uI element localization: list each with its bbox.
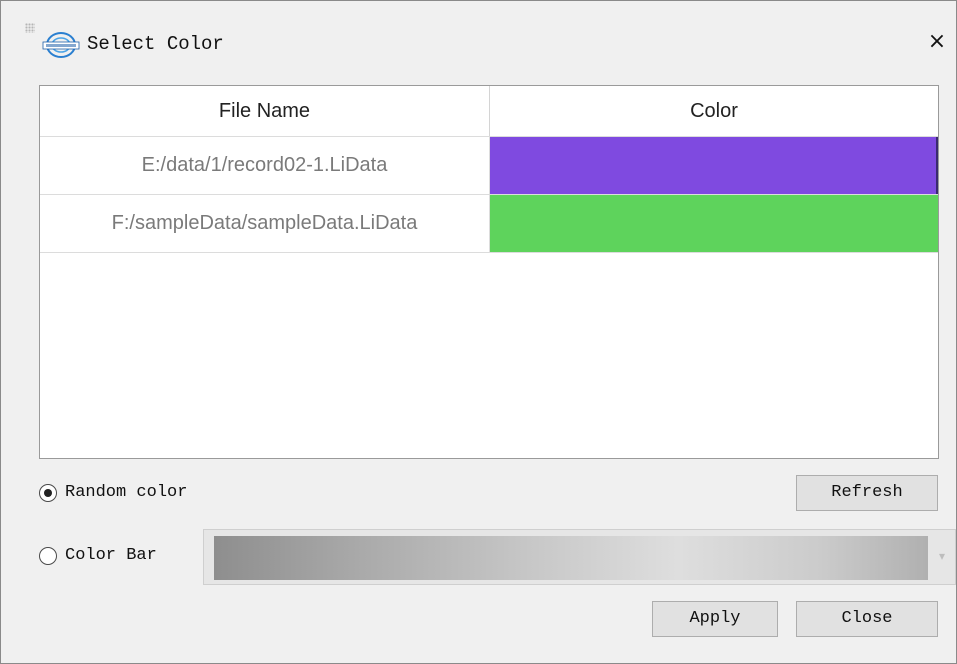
color-bar-gradient <box>214 536 928 580</box>
row-divider <box>40 252 938 253</box>
table-header: File Name Color <box>40 86 938 136</box>
refresh-button[interactable]: Refresh <box>796 475 938 511</box>
random-color-radio[interactable] <box>39 484 57 502</box>
apply-button[interactable]: Apply <box>652 601 778 637</box>
radio-selected-dot <box>44 489 52 497</box>
table-row[interactable]: F:/sampleData/sampleData.LiData <box>40 194 938 252</box>
close-button[interactable]: Close <box>796 601 938 637</box>
app-logo-icon <box>39 29 85 63</box>
close-icon[interactable]: × <box>922 27 952 57</box>
column-header-file-name[interactable]: File Name <box>40 86 490 136</box>
color-bar-label[interactable]: Color Bar <box>65 546 157 565</box>
color-swatch-cell[interactable] <box>490 137 938 194</box>
random-color-label[interactable]: Random color <box>65 483 187 502</box>
color-bar-dropdown[interactable]: ▾ <box>203 529 956 585</box>
title-bar: Select Color × <box>1 1 956 83</box>
column-header-color[interactable]: Color <box>490 86 938 136</box>
file-color-table: File Name Color E:/data/1/record02-1.LiD… <box>39 85 939 459</box>
table-row[interactable]: E:/data/1/record02-1.LiData <box>40 136 938 194</box>
file-name-cell[interactable]: F:/sampleData/sampleData.LiData <box>40 195 490 252</box>
color-bar-radio[interactable] <box>39 547 57 565</box>
select-color-dialog: Select Color × File Name Color E:/data/1… <box>0 0 957 664</box>
dialog-title: Select Color <box>87 33 224 55</box>
file-name-cell[interactable]: E:/data/1/record02-1.LiData <box>40 137 490 194</box>
color-swatch-cell[interactable] <box>490 195 938 252</box>
grip-icon <box>25 23 35 33</box>
chevron-down-icon[interactable]: ▾ <box>939 548 951 564</box>
